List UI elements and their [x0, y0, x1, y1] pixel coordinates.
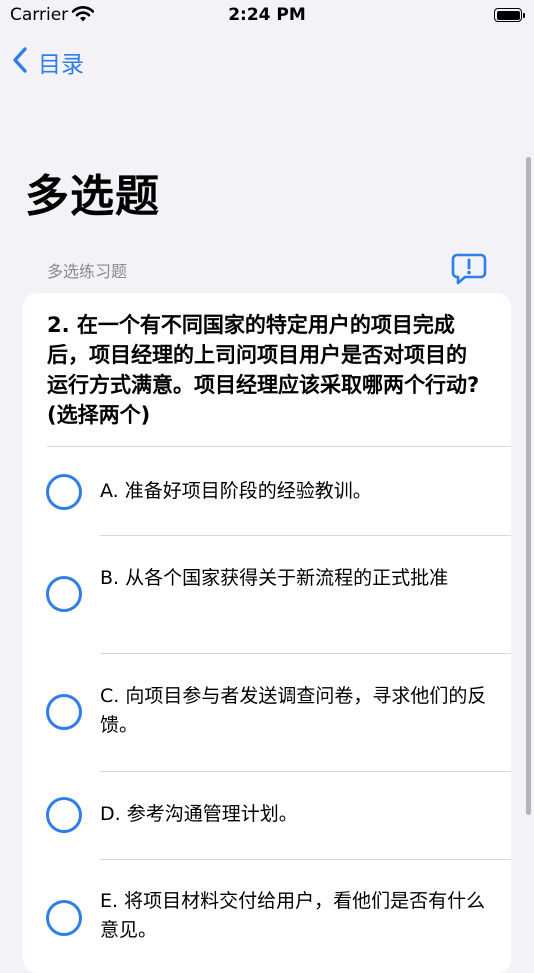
page-title: 多选题 [25, 171, 160, 222]
option-label: D. 参考沟通管理计划。 [100, 803, 298, 825]
option-e[interactable]: E. 将项目材料交付给用户，看他们是否有什么意见。 [23, 860, 511, 973]
status-time: 2:24 PM [228, 5, 306, 25]
radio-circle-icon [46, 797, 82, 833]
section-header: 多选练习题 [47, 262, 128, 281]
option-label: B. 从各个国家获得关于新流程的正式批准 [100, 567, 449, 589]
option-d[interactable]: D. 参考沟通管理计划。 [23, 772, 511, 860]
battery-icon [494, 8, 525, 22]
back-button[interactable]: 目录 [12, 44, 84, 80]
divider [47, 446, 511, 447]
radio-circle-icon [46, 900, 82, 936]
question-text: 2. 在一个有不同国家的特定用户的项目完成后，项目经理的上司问项目用户是否对项目… [47, 313, 480, 427]
radio-circle-icon [46, 474, 82, 510]
feedback-button[interactable] [450, 252, 488, 290]
option-label: A. 准备好项目阶段的经验教训。 [100, 480, 372, 502]
option-b[interactable]: B. 从各个国家获得关于新流程的正式批准 [23, 536, 511, 653]
question-card: 2. 在一个有不同国家的特定用户的项目完成后，项目经理的上司问项目用户是否对项目… [23, 293, 511, 973]
scroll-indicator[interactable] [526, 157, 531, 815]
radio-circle-icon [46, 576, 82, 612]
status-bar: Carrier 2:24 PM [0, 0, 534, 30]
chevron-left-icon [12, 46, 28, 78]
option-c[interactable]: C. 向项目参与者发送调查问卷，寻求他们的反馈。 [23, 654, 511, 771]
option-label: C. 向项目参与者发送调查问卷，寻求他们的反馈。 [100, 685, 487, 736]
exclamation-bubble-icon [450, 253, 488, 290]
option-a[interactable]: A. 准备好项目阶段的经验教训。 [23, 448, 511, 536]
back-label: 目录 [38, 52, 84, 78]
radio-circle-icon [46, 694, 82, 730]
navigation-bar: 目录 [0, 40, 534, 84]
option-label: E. 将项目材料交付给用户，看他们是否有什么意见。 [100, 890, 486, 941]
